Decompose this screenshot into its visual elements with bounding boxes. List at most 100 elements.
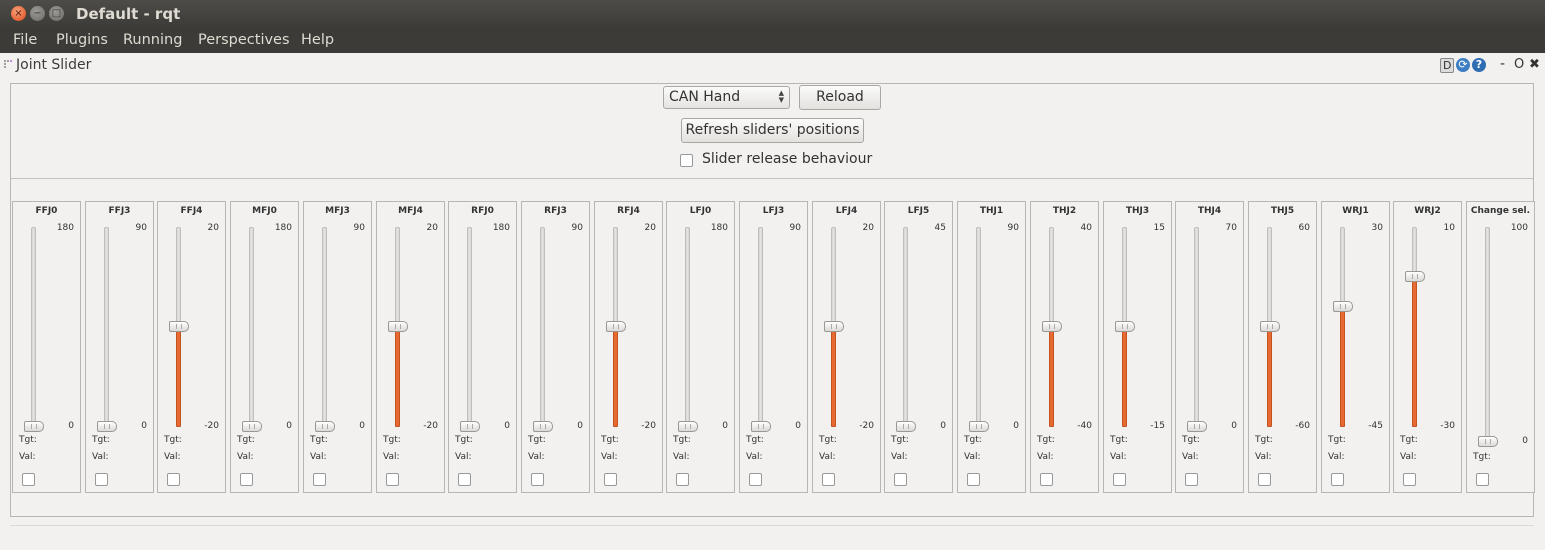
slider-max-label: 20 xyxy=(644,223,656,233)
joint-name: MFJ4 xyxy=(398,206,423,216)
window-close-button[interactable]: × xyxy=(11,6,26,21)
tgt-label: Tgt: xyxy=(1328,435,1346,445)
window-maximize-button[interactable]: □ xyxy=(49,6,64,21)
slider-handle[interactable] xyxy=(824,321,844,332)
slider-track[interactable] xyxy=(104,227,109,427)
slider-track[interactable] xyxy=(903,227,908,427)
tgt-label: Tgt: xyxy=(383,435,401,445)
slider-handle[interactable] xyxy=(388,321,408,332)
slider-track[interactable] xyxy=(540,227,545,427)
reload-icon[interactable]: ⟳ xyxy=(1456,58,1470,72)
joint-checkbox[interactable] xyxy=(531,473,544,486)
joint-checkbox[interactable] xyxy=(1258,473,1271,486)
joint-checkbox[interactable] xyxy=(458,473,471,486)
slider-release-checkbox[interactable] xyxy=(680,154,693,167)
joint-checkbox[interactable] xyxy=(95,473,108,486)
title-bar: × − □ Default - rqt xyxy=(0,0,1545,28)
help-icon[interactable]: ? xyxy=(1472,58,1486,72)
joint-checkbox[interactable] xyxy=(822,473,835,486)
window-minimize-button[interactable]: − xyxy=(30,6,45,21)
joint-checkbox[interactable] xyxy=(676,473,689,486)
joint-checkbox[interactable] xyxy=(1113,473,1126,486)
joint-checkbox[interactable] xyxy=(1185,473,1198,486)
refresh-sliders-button[interactable]: Refresh sliders' positions xyxy=(681,118,864,143)
joint-checkbox[interactable] xyxy=(1040,473,1053,486)
slider-min-label: -20 xyxy=(859,421,874,431)
joint-checkbox[interactable] xyxy=(167,473,180,486)
slider-handle[interactable] xyxy=(606,321,626,332)
d-icon[interactable]: D xyxy=(1440,58,1455,73)
joint-checkbox[interactable] xyxy=(967,473,980,486)
slider-max-label: 70 xyxy=(1225,223,1237,233)
joint-panel-thj1: THJ1 90 0 Tgt: Val: xyxy=(957,201,1026,493)
joint-name: LFJ0 xyxy=(689,206,712,216)
slider-track[interactable] xyxy=(467,227,472,427)
slider-max-label: 180 xyxy=(492,223,510,233)
slider-handle[interactable] xyxy=(1333,301,1353,312)
slider-min-label: 0 xyxy=(286,421,292,431)
tgt-label: Tgt: xyxy=(746,435,764,445)
menu-plugins[interactable]: Plugins xyxy=(56,32,108,48)
menu-file[interactable]: File xyxy=(13,32,37,48)
joint-name: LFJ5 xyxy=(907,206,930,216)
slider-max-label: 60 xyxy=(1298,223,1310,233)
slider-max-label: 90 xyxy=(1007,223,1019,233)
reload-button[interactable]: Reload xyxy=(799,85,881,110)
joint-panel-rfj4: RFJ4 20 -20 Tgt: Val: xyxy=(594,201,663,493)
slider-handle[interactable] xyxy=(1042,321,1062,332)
joint-name: MFJ0 xyxy=(252,206,277,216)
joint-panel-wrj1: WRJ1 30 -45 Tgt: Val: xyxy=(1321,201,1390,493)
val-label: Val: xyxy=(19,452,36,462)
val-label: Val: xyxy=(964,452,981,462)
menu-running[interactable]: Running xyxy=(123,32,182,48)
window-title: Default - rqt xyxy=(76,5,181,23)
slider-track[interactable] xyxy=(685,227,690,427)
joint-checkbox[interactable] xyxy=(604,473,617,486)
val-label: Val: xyxy=(1182,452,1199,462)
joint-panel-thj3: THJ3 15 -15 Tgt: Val: xyxy=(1103,201,1172,493)
joint-checkbox[interactable] xyxy=(894,473,907,486)
slider-handle[interactable] xyxy=(1115,321,1135,332)
slider-track[interactable] xyxy=(1194,227,1199,427)
joint-checkbox[interactable] xyxy=(749,473,762,486)
menu-help[interactable]: Help xyxy=(301,32,334,48)
joint-name: Change sel. xyxy=(1470,206,1531,216)
slider-min-label: -20 xyxy=(641,421,656,431)
joint-name: MFJ3 xyxy=(325,206,350,216)
plugin-grip-icon[interactable] xyxy=(4,59,12,69)
joint-checkbox[interactable] xyxy=(240,473,253,486)
slider-handle[interactable] xyxy=(1405,271,1425,282)
slider-handle[interactable] xyxy=(1260,321,1280,332)
slider-max-label: 45 xyxy=(934,223,946,233)
menu-perspectives[interactable]: Perspectives xyxy=(198,32,290,48)
slider-fill xyxy=(176,327,181,427)
joint-checkbox[interactable] xyxy=(22,473,35,486)
slider-track[interactable] xyxy=(1485,227,1490,442)
joint-checkbox[interactable] xyxy=(1331,473,1344,486)
joint-panel-mfj3: MFJ3 90 0 Tgt: Val: xyxy=(303,201,372,493)
slider-handle[interactable] xyxy=(169,321,189,332)
joint-checkbox[interactable] xyxy=(386,473,399,486)
slider-fill xyxy=(1340,307,1345,427)
slider-fill xyxy=(1267,327,1272,427)
slider-track[interactable] xyxy=(249,227,254,427)
slider-track[interactable] xyxy=(976,227,981,427)
hand-select-combo[interactable]: CAN Hand ▲ ▼ xyxy=(663,86,790,109)
slider-fill xyxy=(613,327,618,427)
joint-name: WRJ2 xyxy=(1414,206,1441,216)
slider-max-label: 20 xyxy=(862,223,874,233)
slider-max-label: 90 xyxy=(135,223,147,233)
tgt-label: Tgt: xyxy=(310,435,328,445)
slider-track[interactable] xyxy=(31,227,36,427)
slider-track[interactable] xyxy=(322,227,327,427)
slider-fill xyxy=(831,327,836,427)
joint-name: FFJ4 xyxy=(180,206,203,216)
joint-checkbox[interactable] xyxy=(1476,473,1489,486)
minimize-icon[interactable]: - xyxy=(1500,56,1505,72)
close-icon[interactable]: ✖ xyxy=(1529,57,1540,72)
float-icon[interactable]: O xyxy=(1514,57,1524,72)
joint-checkbox[interactable] xyxy=(313,473,326,486)
joint-checkbox[interactable] xyxy=(1403,473,1416,486)
tgt-label: Tgt: xyxy=(964,435,982,445)
slider-track[interactable] xyxy=(758,227,763,427)
